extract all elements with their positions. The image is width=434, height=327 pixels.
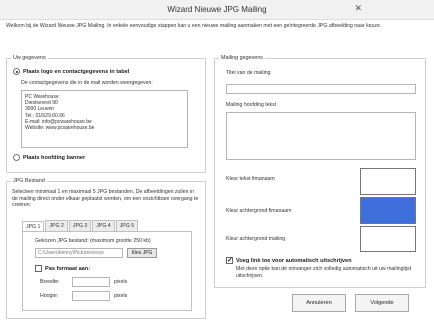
option-banner-radio[interactable]: Plaats hoofding banner — [13, 154, 85, 161]
bg-color-swatch[interactable] — [360, 197, 416, 224]
unsubscribe-checkbox[interactable]: Voeg link toe voor automatisch uitschrij… — [226, 256, 352, 264]
option-logo-label: Plaats logo en contactgegevens in tabel — [23, 68, 130, 75]
option-logo-radio[interactable]: Plaats logo en contactgegevens in tabel — [13, 68, 129, 75]
next-button[interactable]: Volgende — [355, 294, 409, 312]
mailing-bg-label: Kleur achtergrond mailing — [226, 236, 286, 242]
unsubscribe-hint: Met deze optie kan de ontvanger zich vol… — [236, 266, 412, 279]
contact-line: Website: www.pcwarehouse.be — [25, 125, 95, 132]
tab-jpg-4[interactable]: JPG 4 — [92, 220, 115, 231]
intro-text: Welkom bij de Wizard Nieuwe JPG Mailing.… — [6, 23, 382, 29]
contact-hint: De contactgegevens die in de mail worden… — [21, 80, 153, 86]
width-label: Breedte: — [40, 279, 60, 285]
title-bar: Wizard Nieuwe JPG Mailing ✕ — [0, 0, 434, 20]
tab-jpg-3[interactable]: JPG 3 — [68, 220, 92, 231]
contact-details-box[interactable]: PC Warehouse Diestsevest 90 3000 Leuven … — [21, 90, 188, 148]
mailing-title-label: Titel van de mailing — [226, 70, 271, 76]
close-icon[interactable]: ✕ — [354, 3, 362, 14]
choose-jpg-button[interactable]: Kies JPG — [127, 248, 157, 258]
mailing-bg-swatch[interactable] — [360, 226, 416, 252]
jpg-description: Selecteer minimaal 1 en maximaal 5 JPG b… — [12, 189, 199, 208]
cancel-button[interactable]: Annuleren — [292, 294, 346, 312]
width-unit: pixels — [114, 279, 128, 285]
window-title: Wizard Nieuwe JPG Mailing — [167, 5, 267, 14]
jpg-bestand-label: JPG Bestand — [11, 178, 47, 184]
height-field[interactable] — [72, 291, 110, 301]
file-path-field[interactable]: C:\Users\benny\Pictures\exce — [35, 248, 123, 258]
jpg-tabs: JPG 1 JPG 2 JPG 3 JPG 4 JPG 5 — [22, 220, 139, 232]
radio-indicator[interactable] — [13, 68, 20, 75]
option-banner-label: Plaats hoofding banner — [23, 154, 86, 161]
height-label: Hoogte: — [40, 293, 59, 299]
radio-indicator[interactable] — [13, 154, 20, 161]
height-unit: pixels — [114, 293, 128, 299]
tab-jpg-5[interactable]: JPG 5 — [115, 220, 139, 231]
text-color-label: Kleur tekst fimanaam — [226, 176, 275, 182]
bg-color-label: Kleur achtergrond fimanaam — [226, 208, 292, 214]
resize-checkbox[interactable]: Pas formaat aan: — [35, 265, 90, 272]
tab-jpg-2[interactable]: JPG 2 — [45, 220, 68, 231]
uw-gegevens-label: Uw gegevens — [11, 55, 48, 61]
mailing-header-label: Mailing hoofding tekst — [226, 102, 277, 108]
unsubscribe-label: Voeg link toe voor automatisch uitschrij… — [236, 257, 352, 264]
file-label: Gekozen JPG bestand: (maximum grootte 25… — [35, 238, 151, 244]
mailing-label: Mailing gegevens — [219, 55, 265, 61]
resize-label: Pas formaat aan: — [45, 265, 91, 272]
width-field[interactable] — [72, 277, 110, 287]
checkbox-indicator[interactable] — [226, 256, 233, 264]
mailing-title-field[interactable] — [226, 84, 416, 94]
mailing-header-field[interactable] — [226, 112, 416, 160]
checkbox-indicator[interactable] — [35, 265, 42, 272]
text-color-swatch[interactable] — [360, 168, 416, 195]
